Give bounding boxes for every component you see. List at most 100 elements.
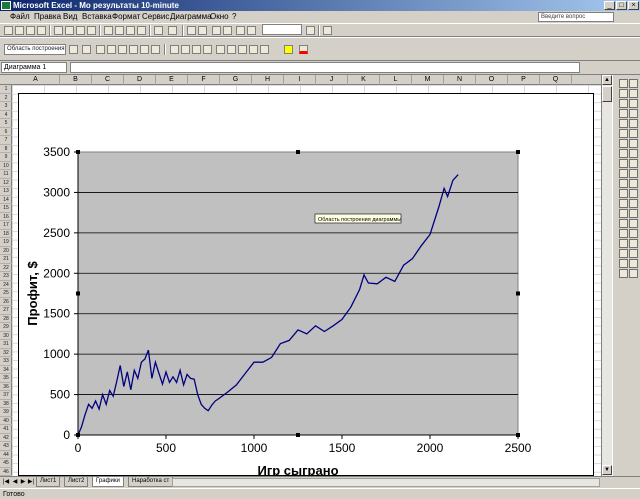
column-header-A[interactable]: A xyxy=(12,75,60,85)
menu-window[interactable]: Окно xyxy=(210,12,229,22)
profit-chart[interactable]: 0 500 1000 1500 2000 2500 3000 3500 0 500 1000 1500… xyxy=(19,94,595,476)
row-header[interactable]: 43 xyxy=(0,442,12,451)
zoom-combo[interactable] xyxy=(262,24,302,35)
rectangle-icon[interactable] xyxy=(629,89,638,98)
align-icon[interactable] xyxy=(619,189,628,198)
font-color-icon[interactable] xyxy=(299,45,308,54)
line-icon[interactable] xyxy=(619,89,628,98)
menu-view[interactable]: Вид xyxy=(63,12,77,22)
selection-handle[interactable] xyxy=(76,150,80,154)
row-header[interactable]: 28 xyxy=(0,315,12,323)
help-icon[interactable] xyxy=(306,26,315,35)
email-icon[interactable] xyxy=(54,26,63,35)
redo-icon[interactable] xyxy=(168,26,177,35)
row-header[interactable]: 35 xyxy=(0,374,12,383)
row-header[interactable]: 11 xyxy=(0,170,12,179)
basic-shapes-icon[interactable] xyxy=(619,269,628,278)
comment-icon[interactable] xyxy=(629,229,638,238)
chart-wizard-icon[interactable] xyxy=(236,26,245,35)
group-icon[interactable] xyxy=(629,189,638,198)
row-header[interactable]: 30 xyxy=(0,332,12,340)
chart-objects-combo[interactable]: Область построения xyxy=(4,44,66,55)
text-box-icon[interactable] xyxy=(619,79,628,88)
column-header-O[interactable]: O xyxy=(476,75,508,85)
shadow-icon[interactable] xyxy=(629,149,638,158)
oval-icon[interactable] xyxy=(619,99,628,108)
selection-handle[interactable] xyxy=(296,433,300,437)
sheet-tab[interactable]: Графики xyxy=(92,477,124,487)
column-header-L[interactable]: L xyxy=(380,75,412,85)
excel-app-icon[interactable] xyxy=(1,1,11,10)
arrow-style-icon[interactable] xyxy=(619,149,628,158)
row-header[interactable]: 8 xyxy=(0,145,12,153)
zoom-icon[interactable] xyxy=(619,249,628,258)
column-header-I[interactable]: I xyxy=(284,75,316,85)
row-header[interactable]: 31 xyxy=(0,340,12,349)
preview-icon[interactable] xyxy=(76,26,85,35)
row-header[interactable]: 5 xyxy=(0,119,12,128)
menu-tools[interactable]: Сервис xyxy=(142,12,169,22)
row-header[interactable]: 23 xyxy=(0,272,12,281)
maximize-button[interactable]: □ xyxy=(616,1,627,10)
row-header[interactable]: 20 xyxy=(0,247,12,255)
drawing-icon[interactable] xyxy=(247,26,256,35)
spelling-icon[interactable] xyxy=(87,26,96,35)
menu-chart[interactable]: Диаграмма xyxy=(170,12,212,22)
prev-sheet-icon[interactable]: ◀ xyxy=(11,478,19,487)
column-header-B[interactable]: B xyxy=(60,75,92,85)
close-button[interactable]: × xyxy=(628,1,639,10)
row-header[interactable]: 6 xyxy=(0,128,12,136)
next-sheet-icon[interactable]: ▶ xyxy=(19,478,27,487)
thousands-icon[interactable] xyxy=(238,45,247,54)
3d-icon[interactable] xyxy=(619,159,628,168)
flip-icon[interactable] xyxy=(619,209,628,218)
scroll-thumb[interactable] xyxy=(602,86,612,102)
row-header[interactable]: 40 xyxy=(0,417,12,425)
by-row-icon[interactable] xyxy=(118,45,127,54)
row-header[interactable]: 32 xyxy=(0,349,12,357)
legend-icon[interactable] xyxy=(96,45,105,54)
copy-icon[interactable] xyxy=(115,26,124,35)
row-header[interactable]: 36 xyxy=(0,383,12,391)
row-header[interactable]: 10 xyxy=(0,162,12,170)
arrow-icon[interactable] xyxy=(629,79,638,88)
grid-icon[interactable] xyxy=(629,249,638,258)
font-color-icon[interactable] xyxy=(629,129,638,138)
table-icon[interactable] xyxy=(619,229,628,238)
sheet-tab[interactable]: Лист1 xyxy=(36,477,61,487)
row-header[interactable]: 24 xyxy=(0,281,12,289)
menu-edit[interactable]: Правка xyxy=(34,12,61,22)
column-header-G[interactable]: G xyxy=(220,75,252,85)
menu-format[interactable]: Формат xyxy=(112,12,140,22)
row-header[interactable]: 34 xyxy=(0,366,12,374)
stars-icon[interactable] xyxy=(619,259,628,268)
vertical-scrollbar[interactable]: ▲ ▼ xyxy=(601,75,612,476)
plot-area[interactable] xyxy=(77,151,519,436)
new-icon[interactable] xyxy=(4,26,13,35)
selection-handle[interactable] xyxy=(296,150,300,154)
chart-icon[interactable] xyxy=(629,219,638,228)
column-header-D[interactable]: D xyxy=(124,75,156,85)
row-header[interactable]: 15 xyxy=(0,204,12,213)
percent-icon[interactable] xyxy=(227,45,236,54)
column-header-M[interactable]: M xyxy=(412,75,444,85)
fill-color-icon[interactable] xyxy=(284,45,293,54)
row-header[interactable]: 38 xyxy=(0,400,12,408)
dash-style-icon[interactable] xyxy=(629,139,638,148)
row-header[interactable]: 45 xyxy=(0,459,12,468)
row-header[interactable]: 12 xyxy=(0,179,12,187)
scroll-up-button[interactable]: ▲ xyxy=(602,75,612,85)
horizontal-scrollbar[interactable] xyxy=(172,478,600,487)
line-color-icon[interactable] xyxy=(619,129,628,138)
undo-icon[interactable] xyxy=(154,26,163,35)
autoshapes-icon[interactable] xyxy=(629,169,638,178)
selection-handle[interactable] xyxy=(516,150,520,154)
selection-handle[interactable] xyxy=(516,291,520,296)
row-header[interactable]: 29 xyxy=(0,323,12,332)
data-table-icon[interactable] xyxy=(107,45,116,54)
cut-icon[interactable] xyxy=(104,26,113,35)
rotate-icon[interactable] xyxy=(619,169,628,178)
hyperlink-icon[interactable] xyxy=(619,239,628,248)
paste-icon[interactable] xyxy=(126,26,135,35)
row-header[interactable]: 25 xyxy=(0,289,12,298)
